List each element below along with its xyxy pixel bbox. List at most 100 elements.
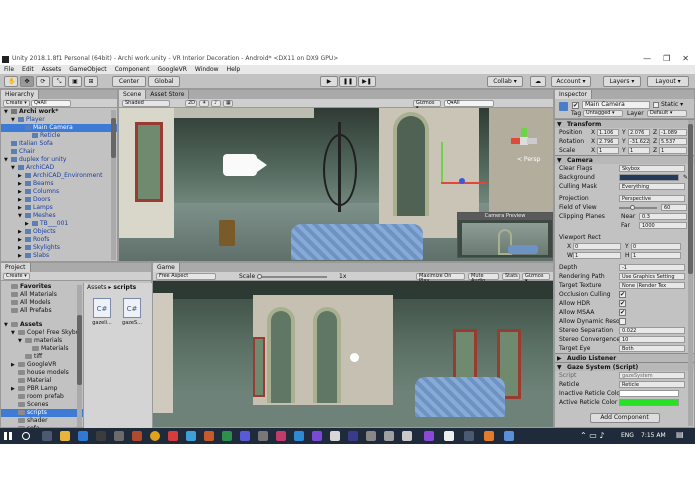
play-button[interactable]: ▶ xyxy=(320,76,338,87)
project-folder-item[interactable]: Material xyxy=(1,377,83,385)
rotation-z-field[interactable]: 5.537 xyxy=(659,138,687,145)
tab-scene[interactable]: Scene xyxy=(119,90,147,99)
breadcrumb-scripts[interactable]: scripts xyxy=(113,284,136,291)
app-icon-8[interactable] xyxy=(276,431,286,441)
expand-down-icon[interactable]: ▼ xyxy=(4,108,11,116)
target-texture-field[interactable]: None (Render Tex xyxy=(619,282,685,289)
shading-mode-dropdown[interactable]: Shaded xyxy=(122,100,170,107)
account-dropdown[interactable]: Account ▾ xyxy=(551,76,591,87)
menu-file[interactable]: File xyxy=(4,65,14,74)
expand-right-icon[interactable]: ▶ xyxy=(18,180,25,188)
project-folder-item[interactable]: ▶ GoogleVR xyxy=(1,361,83,369)
app-icon-5[interactable] xyxy=(222,431,232,441)
orientation-gizmo[interactable] xyxy=(511,128,537,154)
tab-project[interactable]: Project xyxy=(1,263,31,272)
hierarchy-scrollbar[interactable] xyxy=(111,110,116,260)
expand-right-icon[interactable]: ▶ xyxy=(18,228,25,236)
favorites-item[interactable]: All Materials xyxy=(1,291,83,299)
dynamic-res-checkbox[interactable] xyxy=(619,318,626,325)
expand-down-icon[interactable]: ▼ xyxy=(11,329,18,337)
projection-dropdown[interactable]: Perspective xyxy=(619,195,685,202)
unity-icon[interactable] xyxy=(444,431,454,441)
scene-sofa[interactable] xyxy=(291,224,423,260)
object-name-field[interactable]: Main Camera xyxy=(582,101,650,109)
expand-right-icon[interactable]: ▶ xyxy=(18,244,25,252)
favorites-item[interactable]: Favorites xyxy=(1,283,83,291)
game-gizmos-dropdown[interactable]: Gizmos ▾ xyxy=(522,273,550,284)
cloud-icon[interactable]: ☁ xyxy=(530,76,546,87)
hierarchy-item[interactable]: ▶ Objects xyxy=(1,228,117,236)
pivot-global-toggle[interactable]: Global xyxy=(148,76,180,87)
task-view-icon[interactable] xyxy=(42,431,52,441)
target-eye-dropdown[interactable]: Both xyxy=(619,345,685,352)
search-icon[interactable] xyxy=(22,432,30,440)
app-icon-12[interactable] xyxy=(384,431,394,441)
project-folder-item[interactable]: tiff xyxy=(1,353,83,361)
camera-gizmo-icon[interactable] xyxy=(223,154,257,176)
active-color-field[interactable] xyxy=(619,399,679,406)
project-folder-item[interactable]: room prefab xyxy=(1,393,83,401)
near-field[interactable]: 0.3 xyxy=(639,213,687,220)
project-folder-item[interactable]: Scenes xyxy=(1,401,83,409)
fov-slider[interactable] xyxy=(619,205,657,210)
expand-right-icon[interactable]: ▶ xyxy=(18,252,25,260)
app-icon-1[interactable] xyxy=(132,431,142,441)
minimize-icon[interactable]: — xyxy=(643,53,651,65)
static-dropdown[interactable]: Static ▾ xyxy=(661,101,683,108)
hierarchy-item[interactable]: ▶ Lamps xyxy=(1,204,117,212)
app-icon-3[interactable] xyxy=(186,431,196,441)
language-indicator[interactable]: ENG xyxy=(621,432,634,439)
app-icon-10[interactable] xyxy=(348,431,358,441)
project-folder-item[interactable]: ▼ materials xyxy=(1,337,83,345)
static-checkbox[interactable] xyxy=(653,102,659,108)
app-icon-7[interactable] xyxy=(258,431,268,441)
app-icon-2[interactable] xyxy=(168,431,178,441)
edge-icon[interactable] xyxy=(78,431,88,441)
app-icon-13[interactable] xyxy=(402,431,412,441)
culling-mask-dropdown[interactable]: Everything xyxy=(619,183,685,190)
menu-assets[interactable]: Assets xyxy=(42,65,62,74)
close-icon[interactable]: ✕ xyxy=(682,53,689,65)
viewport-y-field[interactable]: 0 xyxy=(631,243,681,250)
depth-field[interactable]: -1 xyxy=(619,264,685,271)
lighting-icon[interactable]: ☀ xyxy=(199,100,209,107)
collab-button[interactable]: Collab ▾ xyxy=(487,76,523,87)
app-icon-15[interactable] xyxy=(484,431,494,441)
scale-z-field[interactable]: 1 xyxy=(659,147,687,154)
hierarchy-item[interactable]: ▶ Roofs xyxy=(1,236,117,244)
tab-inspector[interactable]: Inspector xyxy=(555,90,592,99)
expand-down-icon[interactable]: ▼ xyxy=(11,164,18,172)
hierarchy-item[interactable]: ▶ ArchiCAD_Environment xyxy=(1,172,117,180)
stats-toggle[interactable]: Stats xyxy=(502,273,520,280)
active-checkbox[interactable]: ✔ xyxy=(572,102,579,109)
favorites-item[interactable]: All Models xyxy=(1,299,83,307)
2d-toggle[interactable]: 2D xyxy=(185,100,197,107)
project-folder-item[interactable]: Materials xyxy=(1,345,83,353)
script-file[interactable]: C# gazeS... xyxy=(120,298,144,326)
app-icon-9[interactable] xyxy=(330,431,340,441)
hierarchy-item[interactable]: Italian Sofa xyxy=(1,140,117,148)
expand-down-icon[interactable]: ▼ xyxy=(4,156,11,164)
store-icon[interactable] xyxy=(96,431,106,441)
scale-tool-icon[interactable]: ⤡ xyxy=(52,76,66,87)
rendering-path-dropdown[interactable]: Use Graphics Setting xyxy=(619,273,685,280)
maximize-icon[interactable]: ❐ xyxy=(663,53,670,65)
gaze-system-header[interactable]: ▼ Gaze System (Script) xyxy=(555,362,694,371)
expand-right-icon[interactable]: ▶ xyxy=(18,172,25,180)
scale-slider[interactable] xyxy=(257,274,327,279)
expand-right-icon[interactable]: ▶ xyxy=(11,361,18,369)
hierarchy-item[interactable]: ▼ ArchiCAD xyxy=(1,164,117,172)
expand-right-icon[interactable]: ▶ xyxy=(18,204,25,212)
stereo-conv-field[interactable]: 10 xyxy=(619,336,685,343)
layout-dropdown[interactable]: Layout ▾ xyxy=(647,76,689,87)
position-x-field[interactable]: 1.106 xyxy=(597,129,619,136)
vscode-icon[interactable] xyxy=(294,431,304,441)
hierarchy-item[interactable]: ▶ Doors xyxy=(1,196,117,204)
layers-dropdown[interactable]: Layers ▾ xyxy=(603,76,641,87)
stereo-sep-field[interactable]: 0.022 xyxy=(619,327,685,334)
hierarchy-item[interactable]: Chair xyxy=(1,148,117,156)
scale-x-field[interactable]: 1 xyxy=(597,147,619,154)
hierarchy-item[interactable]: ▼ duplex for unity xyxy=(1,156,117,164)
menu-googlevr[interactable]: GoogleVR xyxy=(157,65,186,74)
viewport-x-field[interactable]: 0 xyxy=(573,243,621,250)
